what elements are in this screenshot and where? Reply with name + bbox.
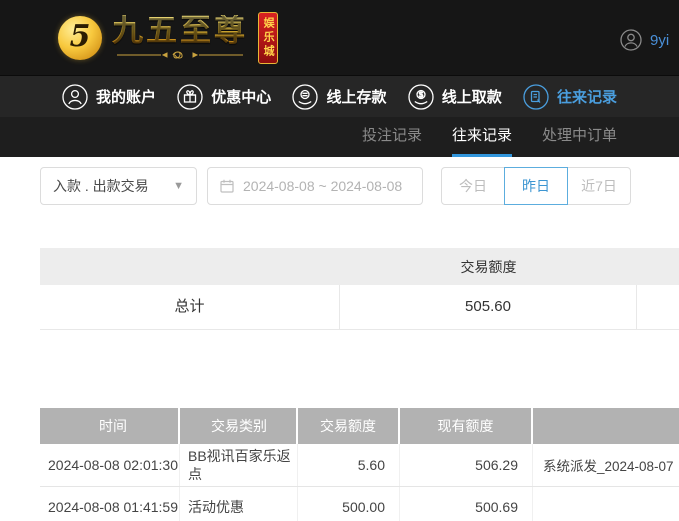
table-row: 2024-08-08 02:01:30 BB视讯百家乐返点 5.60 506.2… (40, 444, 679, 488)
record-tabs: 投注记录 往来记录 处理中订单 (0, 117, 679, 157)
logo-badge: 娱乐城 (258, 11, 279, 64)
cell-balance: 500.69 (400, 487, 533, 521)
main-nav: 我的账户 优惠中心 线上存款 $ 线上取款 往来记录 (0, 75, 679, 117)
cell-time: 2024-08-08 01:41:59 (40, 487, 180, 521)
withdraw-icon: $ (408, 83, 434, 110)
tab-betting-records[interactable]: 投注记录 (362, 117, 422, 157)
transaction-type-select[interactable]: 入款 . 出款交易 ▼ (40, 167, 197, 205)
avatar-icon (620, 29, 642, 51)
svg-text:$: $ (418, 90, 423, 99)
nav-item-deposit[interactable]: 线上存款 (292, 83, 387, 110)
col-header-amount: 交易额度 (298, 408, 400, 444)
summary-table: 交易额度 总计 505.60 (40, 248, 679, 330)
nav-label: 优惠中心 (211, 89, 272, 106)
cell-remark (533, 487, 679, 521)
filter-bar: 入款 . 出款交易 ▼ 2024-08-08 ~ 2024-08-08 今日 昨… (40, 167, 679, 205)
yesterday-button[interactable]: 昨日 (504, 167, 568, 205)
summary-header-row: 交易额度 (40, 248, 679, 285)
summary-total-amount: 505.60 (340, 285, 637, 329)
col-header-type: 交易类别 (180, 408, 298, 444)
site-logo[interactable]: 5 九五至尊 娱乐城 (58, 11, 302, 64)
last7days-button[interactable]: 近7日 (567, 167, 631, 205)
summary-header-amount: 交易额度 (460, 258, 517, 275)
cell-amount: 500.00 (298, 487, 400, 521)
transactions-header-row: 时间 交易类别 交易额度 现有额度 (40, 408, 679, 444)
logo-emblem-number: 5 (69, 19, 91, 54)
user-menu[interactable]: 9yi (620, 29, 669, 51)
quick-range-buttons: 今日 昨日 近7日 (441, 167, 631, 205)
date-range-picker[interactable]: 2024-08-08 ~ 2024-08-08 (207, 167, 423, 205)
date-range-value: 2024-08-08 ~ 2024-08-08 (243, 178, 403, 194)
tab-transaction-records[interactable]: 往来记录 (452, 117, 513, 157)
summary-total-label: 总计 (40, 285, 340, 329)
nav-label: 我的账户 (96, 89, 157, 106)
transaction-type-value: 入款 . 出款交易 (53, 178, 149, 194)
logo-emblem-icon: 5 (58, 15, 102, 60)
records-icon (523, 83, 549, 110)
site-header: 5 九五至尊 娱乐城 9yi (0, 0, 679, 75)
nav-item-withdraw[interactable]: $ 线上取款 (408, 83, 502, 110)
cell-remark: 系统派发_2024-08-07 (543, 459, 674, 475)
tab-processing-orders[interactable]: 处理中订单 (542, 117, 617, 157)
logo-title: 九五至尊 (112, 13, 248, 49)
summary-total-row: 总计 505.60 (40, 285, 679, 330)
table-row: 2024-08-08 01:41:59 活动优惠 500.00 500.69 (40, 487, 679, 521)
deposit-icon (292, 83, 319, 110)
nav-label: 线上存款 (326, 89, 387, 106)
username[interactable]: 9yi (650, 32, 669, 49)
col-header-remark (533, 408, 679, 444)
cell-time: 2024-08-08 02:01:30 (40, 444, 180, 487)
nav-item-my-account[interactable]: 我的账户 (62, 83, 157, 110)
chevron-down-icon: ▼ (173, 180, 184, 192)
today-button[interactable]: 今日 (441, 167, 505, 205)
cell-type: 活动优惠 (180, 487, 298, 521)
cell-amount: 5.60 (298, 444, 400, 487)
gift-icon (177, 83, 203, 110)
nav-item-transaction-records[interactable]: 往来记录 (523, 83, 617, 110)
cell-type: BB视讯百家乐返点 (180, 444, 298, 487)
transactions-table: 时间 交易类别 交易额度 现有额度 2024-08-08 02:01:30 BB… (40, 408, 679, 521)
user-icon (62, 83, 88, 110)
logo-flourish-icon (117, 51, 243, 59)
col-header-time: 时间 (40, 408, 180, 444)
nav-item-promotions[interactable]: 优惠中心 (177, 83, 272, 110)
nav-label: 往来记录 (556, 89, 617, 106)
cell-balance: 506.29 (400, 444, 533, 487)
calendar-icon (220, 179, 234, 193)
col-header-balance: 现有额度 (400, 408, 533, 444)
nav-label: 线上取款 (441, 89, 502, 106)
